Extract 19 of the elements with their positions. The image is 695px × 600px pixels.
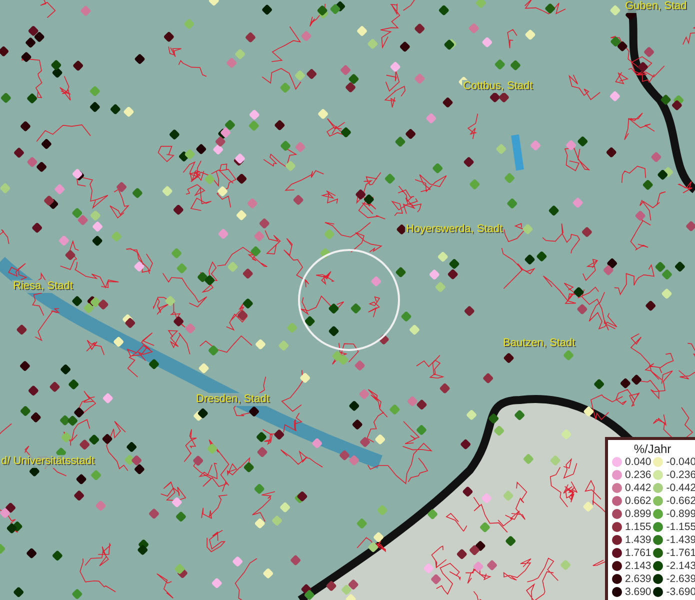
legend-label: 0.236 <box>625 469 652 481</box>
legend-label: 0.040 <box>625 456 652 468</box>
legend-label: 2.143 <box>625 560 652 572</box>
legend-title: %/Jahr <box>632 442 672 456</box>
place-label: Dresden, Stadt <box>195 393 270 406</box>
legend-label: 1.155 <box>625 521 652 533</box>
place-label: Riesa, Stadt <box>12 280 74 293</box>
place-label: Guben, Stad <box>624 0 688 13</box>
legend-label: 0.899 <box>625 508 652 520</box>
place-label: d/ Universitätsstadt <box>0 455 96 468</box>
legend-label: 1.439 <box>625 534 652 546</box>
place-label: Cottbus, Stadt <box>462 80 534 93</box>
legend-label: 2.639 <box>625 573 652 585</box>
legend-label: 1.761 <box>625 547 652 559</box>
place-label: Hoyerswerda, Stadt <box>405 223 504 236</box>
legend-label: 0.442 <box>625 482 652 494</box>
place-label: Bautzen, Stadt <box>502 337 576 350</box>
legend-label: 3.690 <box>625 586 652 598</box>
legend-label: 0.662 <box>625 495 652 507</box>
